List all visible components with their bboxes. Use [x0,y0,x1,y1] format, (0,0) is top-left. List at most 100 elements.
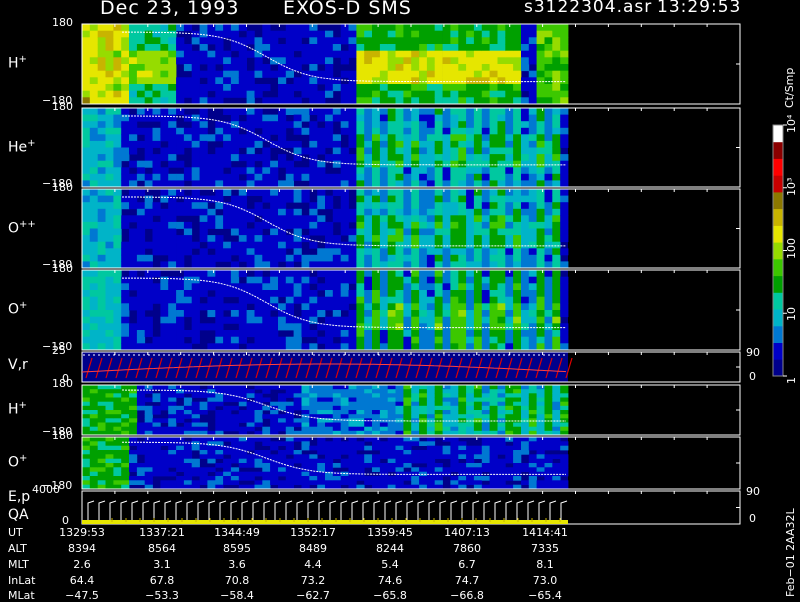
heatmap-cell [521,441,530,446]
heatmap-cell [113,410,122,415]
heatmap-cell [544,290,553,298]
heatmap-cell [552,316,561,324]
heatmap-cell [121,254,130,262]
heatmap-cell [301,195,310,203]
heatmap-cell [458,467,467,472]
heatmap-cell [278,248,287,256]
heatmap-cell [113,221,122,229]
heatmap-cell [552,310,561,318]
heatmap-cell [434,405,443,411]
heatmap-cell [528,330,537,338]
heatmap-cell [325,241,334,249]
heatmap-cell [544,405,553,411]
heatmap-cell [82,276,91,284]
heatmap-cell [168,248,177,256]
heatmap-cell [230,77,240,85]
heatmap-cell [481,426,490,432]
heatmap-cell [513,202,522,210]
heatmap-cell [458,323,467,331]
heatmap-cell [254,323,263,331]
heatmap-cell [364,30,373,38]
heatmap-cell [521,405,530,411]
heatmap-cell [82,57,91,65]
heatmap-cell [505,235,514,243]
heatmap-cell [466,330,475,338]
heatmap-cell [387,454,396,459]
heatmap-cell [466,480,475,485]
heatmap-cell [458,77,467,85]
heatmap-cell [97,414,106,419]
heatmap-cell [434,114,443,122]
heatmap-cell [552,397,561,403]
heatmap-cell [340,160,349,168]
right-axis-bottom-label: 0 [749,370,756,383]
heatmap-cell [160,437,169,442]
heatmap-cell [293,283,302,291]
heatmap-cell [434,418,443,423]
heatmap-cell [450,147,459,155]
heatmap-cell [544,254,553,262]
heatmap-cell [160,343,169,351]
heatmap-cell [442,154,451,162]
heatmap-cell [521,241,530,249]
heatmap-cell [325,422,334,428]
heatmap-cell [544,90,553,98]
heatmap-cell [489,422,498,428]
heatmap-cell [481,147,490,155]
heatmap-cell [121,426,130,432]
heatmap-cell [230,140,240,148]
heatmap-cell [215,426,224,432]
heatmap-cell [129,202,138,210]
heatmap-cell [481,50,490,58]
heatmap-cell [356,283,365,291]
heatmap-cell [82,410,91,415]
heatmap-cell [144,471,153,477]
heatmap-cell [348,458,357,464]
heatmap-cell [293,397,302,403]
heatmap-cell [466,276,475,284]
heatmap-cell [285,480,294,485]
heatmap-cell [82,389,91,394]
heatmap-cell [536,310,545,318]
heatmap-cell [89,140,98,148]
heatmap-cell [136,303,146,311]
heatmap-cell [238,454,247,459]
heatmap-cell [223,343,232,351]
heatmap-cell [434,316,443,324]
heatmap-cell [262,385,271,390]
heatmap-cell [419,316,428,324]
heatmap-cell [191,458,200,464]
heatmap-cell [364,180,373,188]
heatmap-cell [450,405,459,411]
heatmap-cell [254,114,263,122]
heatmap-cell [207,343,216,351]
heatmap-cell [325,330,334,338]
heatmap-cell [82,160,91,168]
heatmap-cell [348,316,357,324]
heatmap-cell [176,316,185,324]
heatmap-cell [419,410,428,415]
heatmap-cell [528,180,537,188]
colorbar-segment [773,309,783,327]
heatmap-cell [450,454,459,459]
heatmap-cell [332,385,341,390]
heatmap-cell [129,173,138,181]
heatmap-cell [521,84,530,92]
heatmap-cell [97,64,106,72]
heatmap-cell [262,44,271,52]
heatmap-cell [89,154,98,162]
heatmap-cell [481,290,490,298]
heatmap-cell [450,303,459,311]
heatmap-cell [489,437,498,442]
heatmap-cell [544,276,553,284]
heatmap-cell [97,397,106,403]
heatmap-cell [536,90,545,98]
heatmap-cell [442,77,451,85]
heatmap-cell [419,450,428,455]
heatmap-cell [411,343,420,351]
colorbar-segment [773,225,783,243]
heatmap-cell [481,410,490,415]
heatmap-cell [426,70,436,78]
heatmap-cell [254,167,263,175]
heatmap-cell [254,330,263,338]
